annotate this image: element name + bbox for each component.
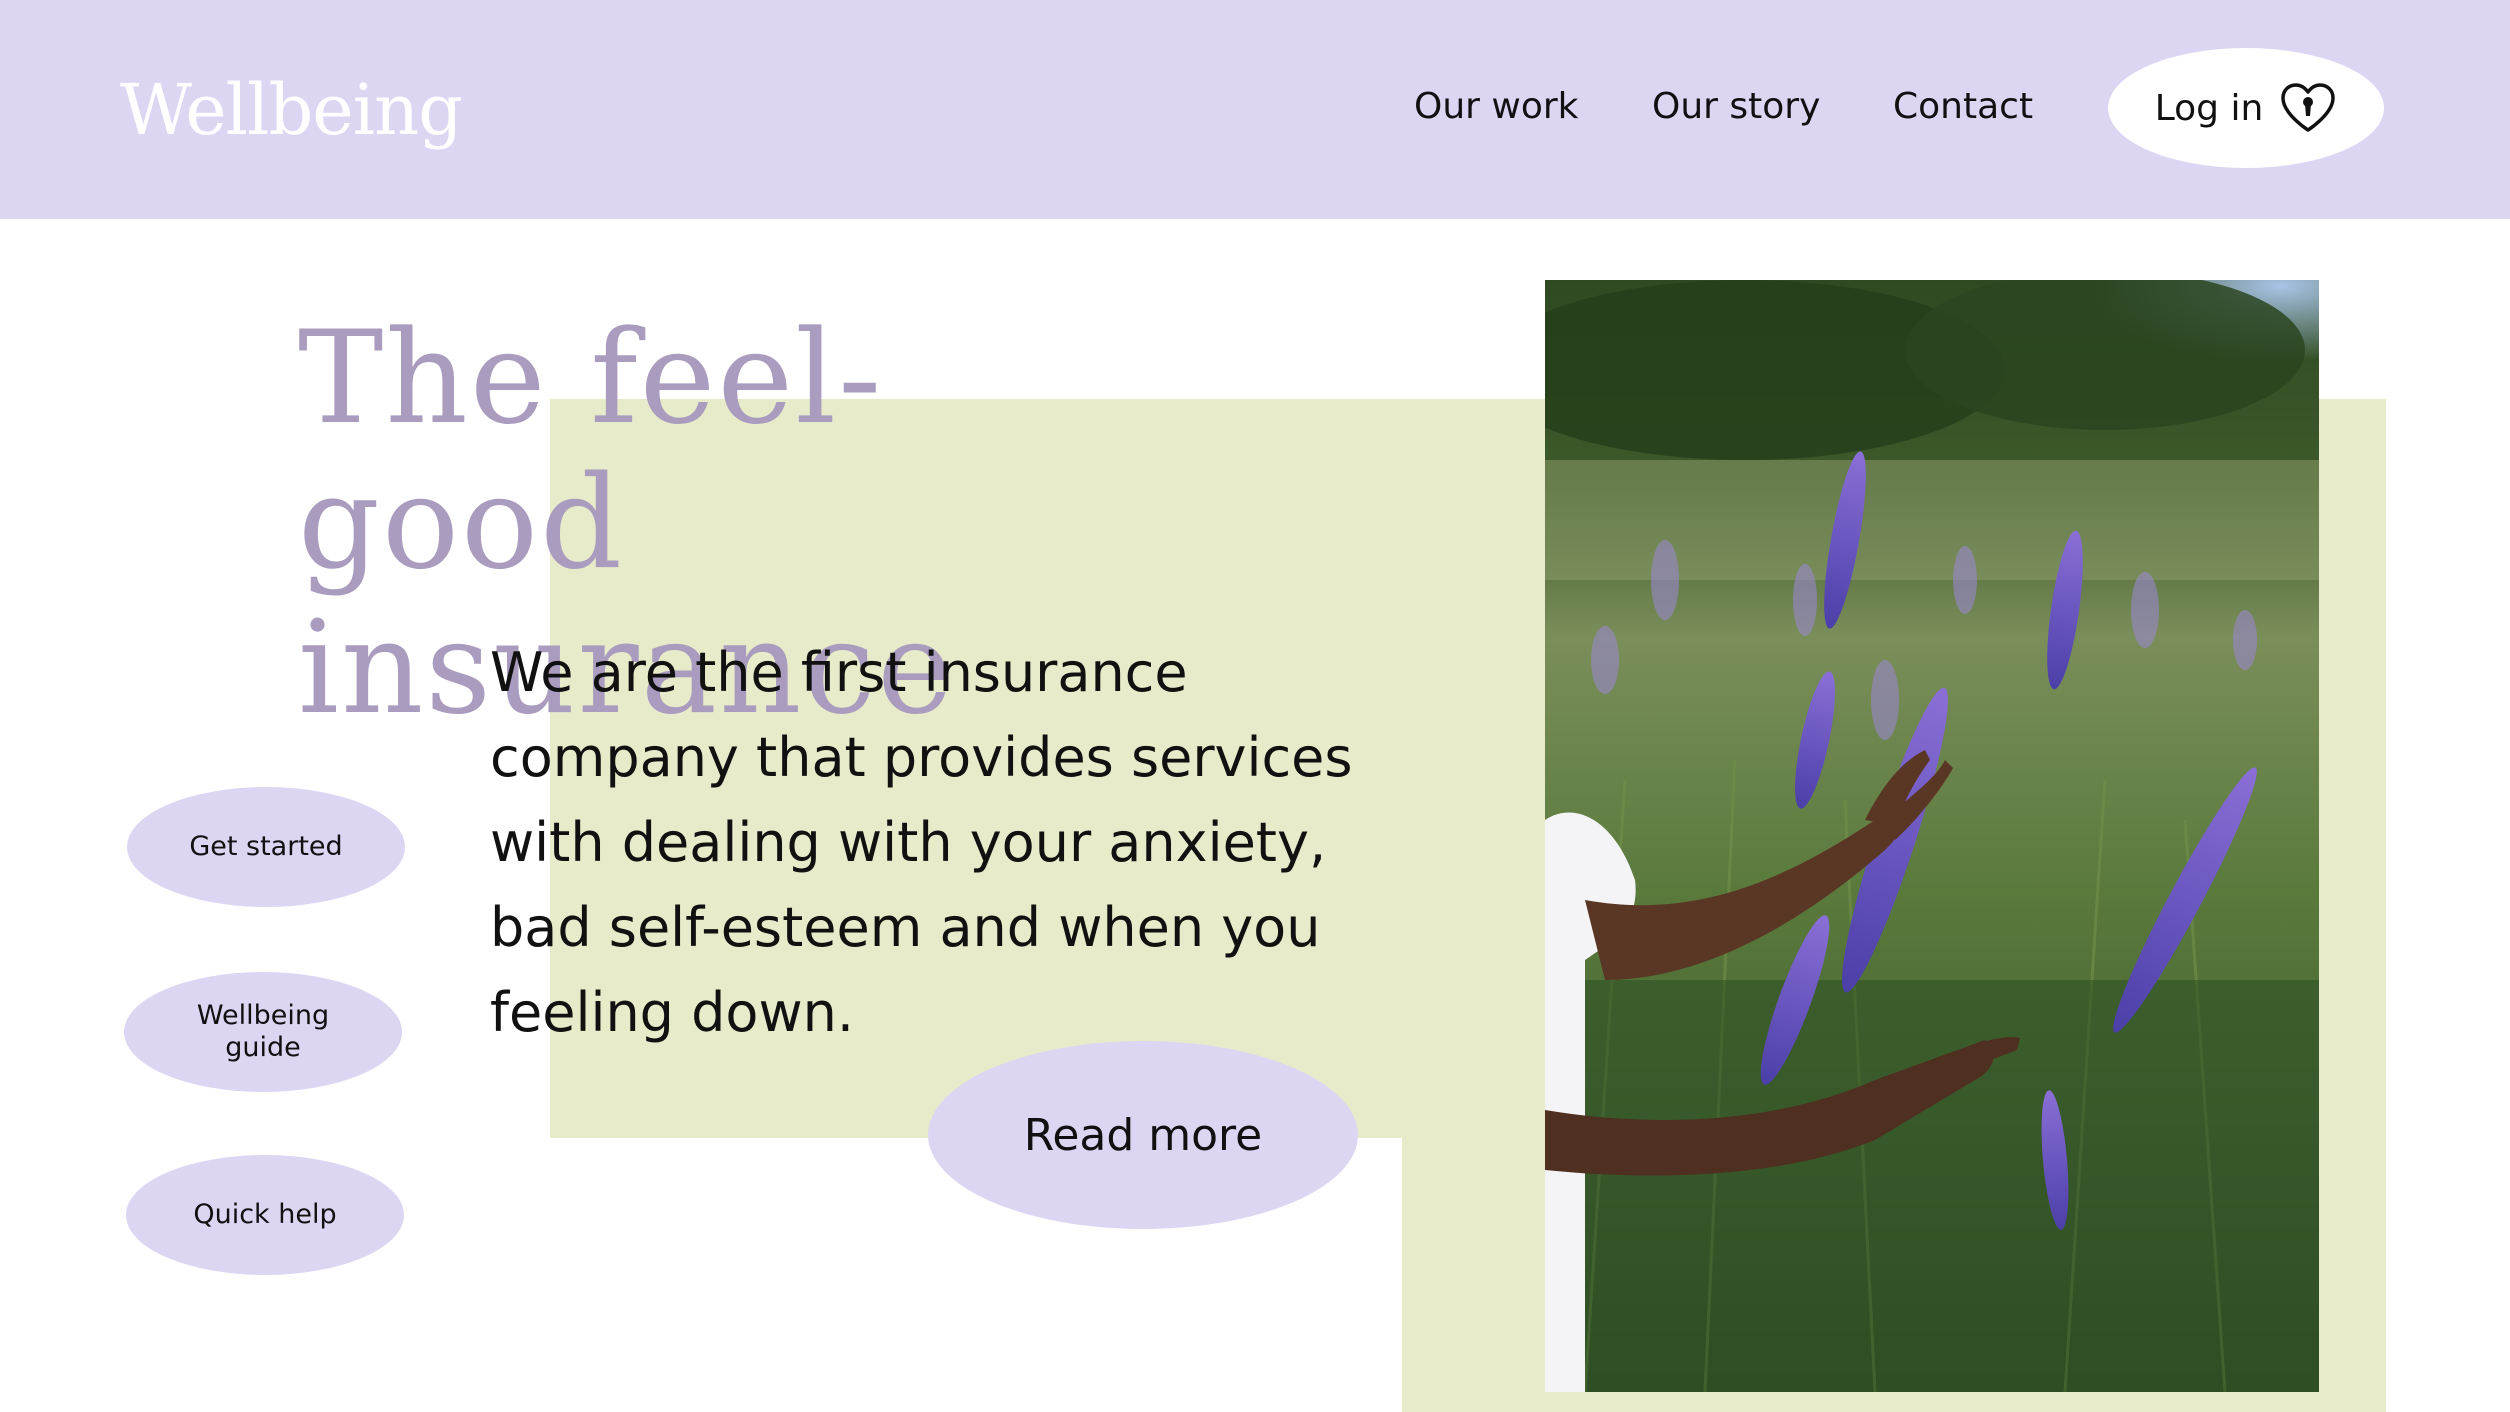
headline-line-1: The feel-good bbox=[298, 304, 884, 598]
guide-label-line-1: Wellbeing bbox=[196, 1000, 330, 1031]
guide-label-line-2: guide bbox=[225, 1032, 301, 1063]
get-started-label: Get started bbox=[189, 831, 343, 862]
get-started-button[interactable]: Get started bbox=[127, 787, 405, 907]
read-more-button[interactable]: Read more bbox=[928, 1041, 1358, 1229]
hero-photo bbox=[1545, 280, 2319, 1392]
site-header: Wellbeing Our work Our story Contact Log… bbox=[0, 0, 2510, 219]
nav-our-story[interactable]: Our story bbox=[1652, 82, 1820, 132]
site-logo[interactable]: Wellbeing bbox=[120, 60, 463, 160]
nav-contact[interactable]: Contact bbox=[1893, 82, 2033, 132]
login-button[interactable]: Log in bbox=[2108, 48, 2384, 168]
nav-our-work[interactable]: Our work bbox=[1414, 82, 1579, 132]
heart-keyhole-icon bbox=[2281, 83, 2336, 132]
quick-help-button[interactable]: Quick help bbox=[126, 1155, 404, 1275]
read-more-label: Read more bbox=[1023, 1109, 1263, 1161]
wellbeing-guide-label: Wellbeing guide bbox=[197, 1000, 329, 1064]
wellbeing-guide-button[interactable]: Wellbeing guide bbox=[124, 972, 402, 1092]
login-label: Log in bbox=[2154, 87, 2264, 129]
hero-description: We are the first insurance company that … bbox=[490, 641, 1353, 1044]
quick-help-label: Quick help bbox=[193, 1199, 337, 1230]
